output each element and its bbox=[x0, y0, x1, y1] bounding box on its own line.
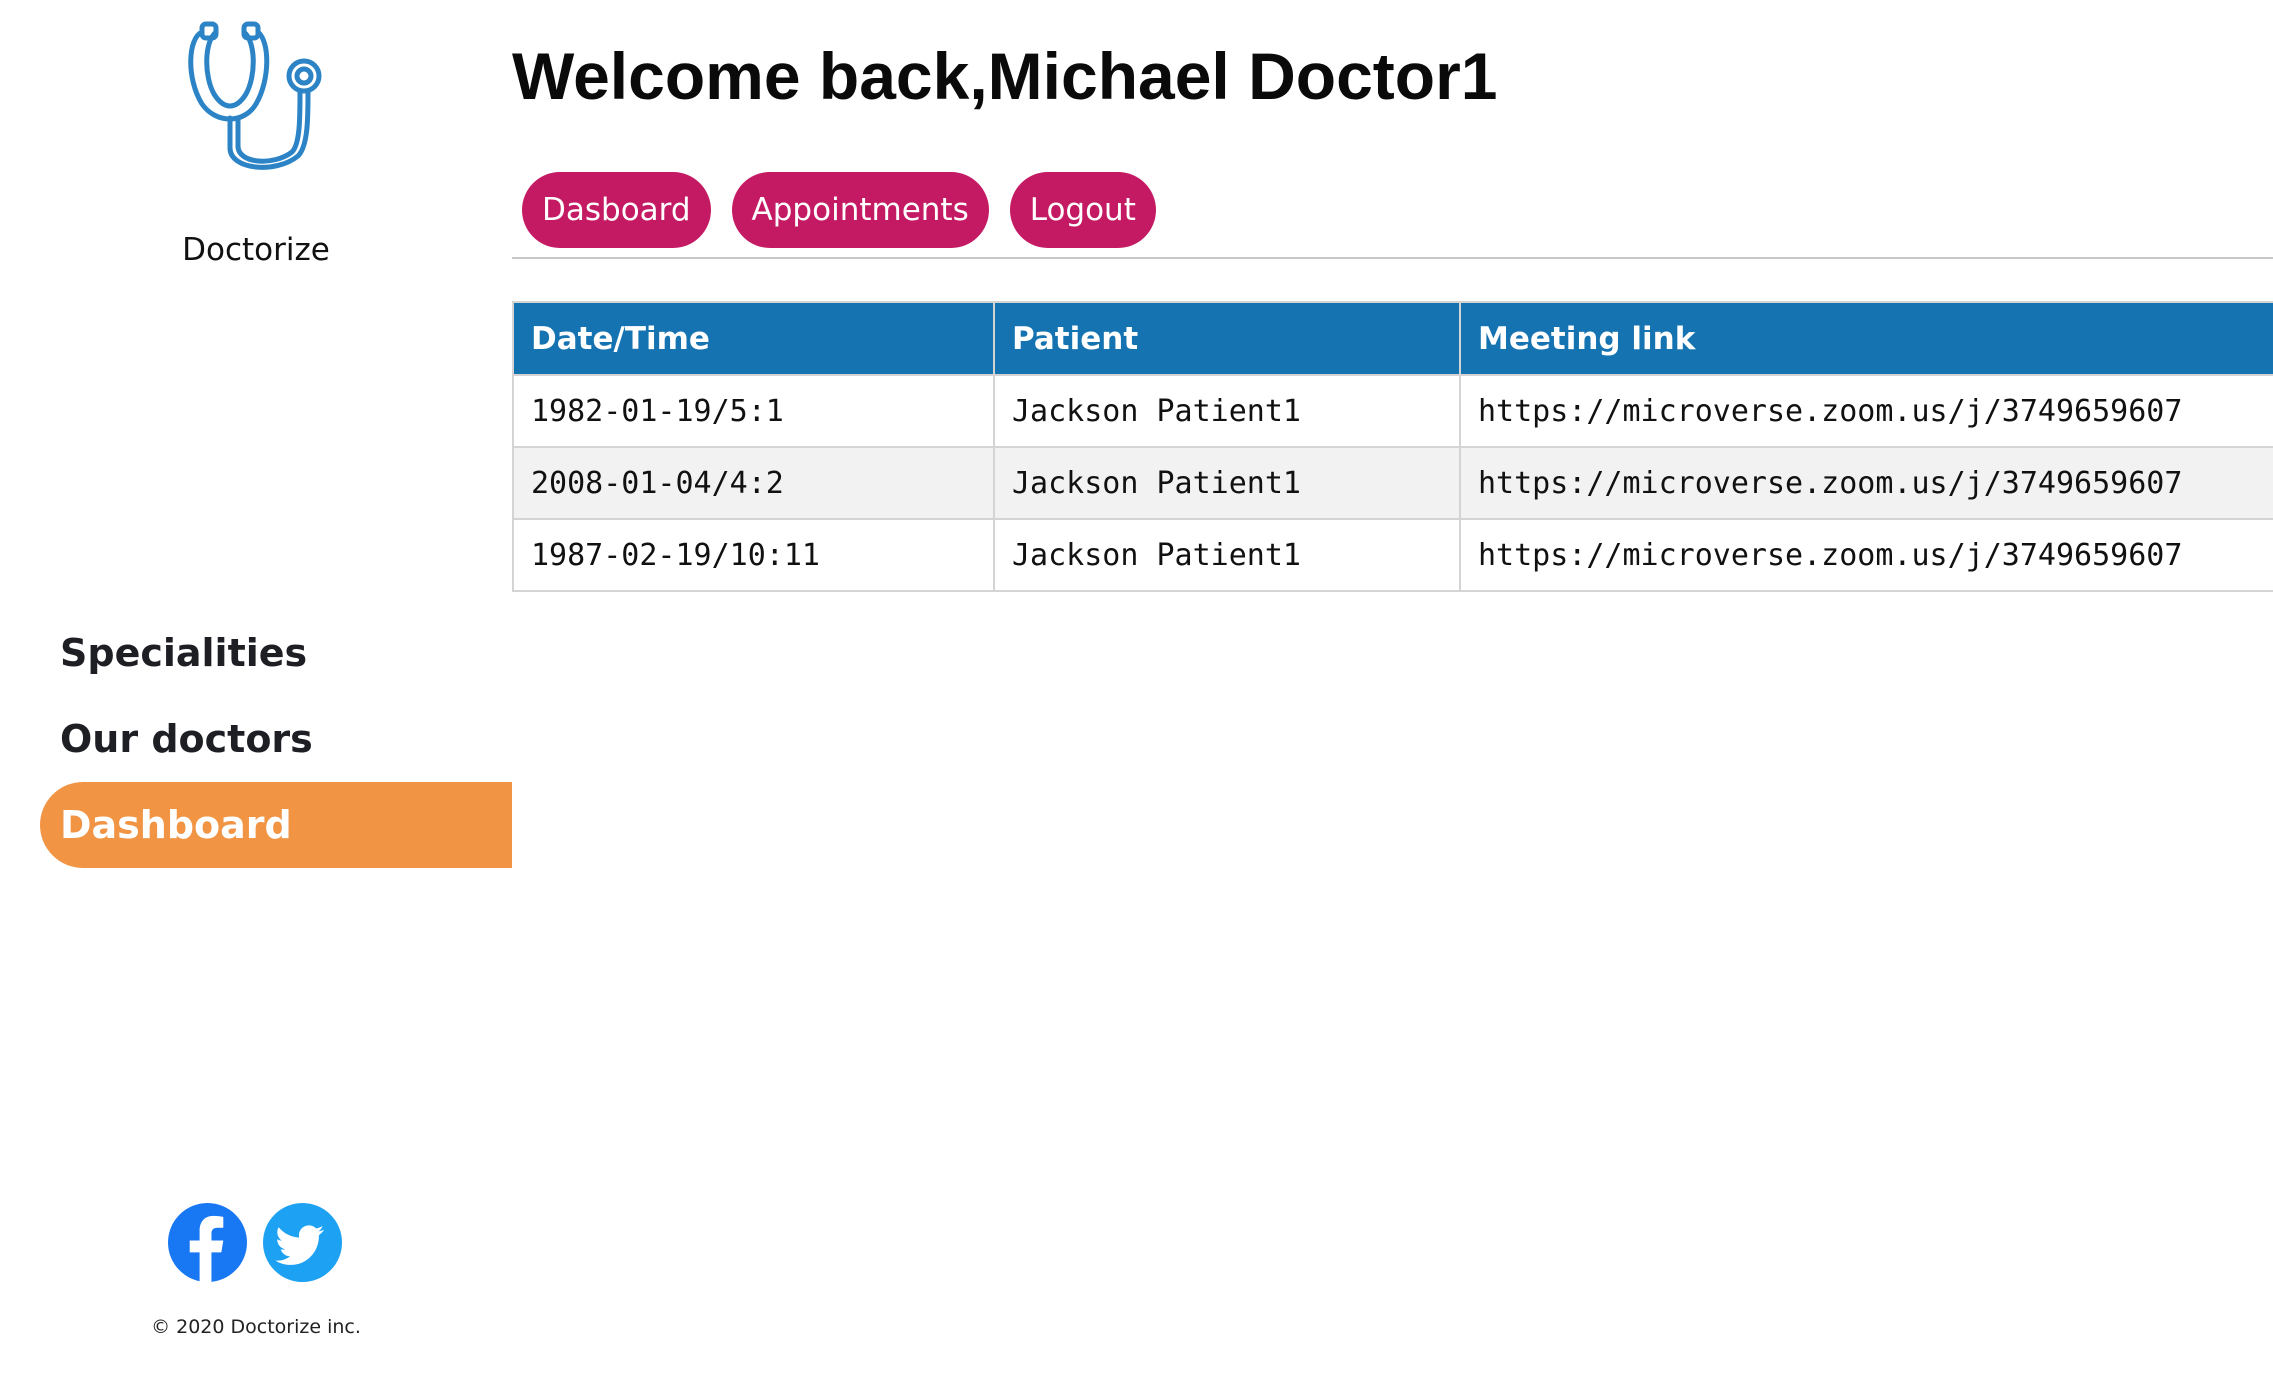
cell-datetime: 1982-01-19/5:1 bbox=[512, 374, 995, 448]
table-row: 1982-01-19/5:1 Jackson Patient1 https://… bbox=[512, 374, 2273, 448]
sidebar: Doctorize Specialities Our doctors Dashb… bbox=[0, 0, 512, 1378]
page: Doctorize Specialities Our doctors Dashb… bbox=[0, 0, 2273, 1378]
dashboard-button[interactable]: Dasboard bbox=[522, 172, 711, 248]
sidebar-item-our-doctors[interactable]: Our doctors bbox=[40, 696, 512, 782]
column-header-datetime: Date/Time bbox=[512, 301, 995, 376]
column-header-patient: Patient bbox=[993, 301, 1461, 376]
cell-patient: Jackson Patient1 bbox=[993, 446, 1461, 520]
page-title: Welcome back,Michael Doctor1 bbox=[512, 38, 1497, 114]
cell-datetime: 2008-01-04/4:2 bbox=[512, 446, 995, 520]
cell-meeting-link[interactable]: https://microverse.zoom.us/j/3749659607 bbox=[1459, 374, 2273, 448]
divider bbox=[512, 257, 2273, 259]
cell-patient: Jackson Patient1 bbox=[993, 518, 1461, 592]
copyright-text: © 2020 Doctorize inc. bbox=[151, 1316, 361, 1338]
column-header-meeting-link: Meeting link bbox=[1459, 301, 2273, 376]
cell-datetime: 1987-02-19/10:11 bbox=[512, 518, 995, 592]
stethoscope-icon[interactable] bbox=[180, 18, 330, 178]
table-header-row: Date/Time Patient Meeting link bbox=[512, 301, 2273, 376]
table-row: 2008-01-04/4:2 Jackson Patient1 https://… bbox=[512, 446, 2273, 520]
logout-button[interactable]: Logout bbox=[1009, 172, 1156, 248]
sidebar-nav: Specialities Our doctors Dashboard bbox=[40, 610, 512, 868]
table-row: 1987-02-19/10:11 Jackson Patient1 https:… bbox=[512, 518, 2273, 592]
user-name: Michael Doctor1 bbox=[987, 39, 1498, 113]
cell-meeting-link[interactable]: https://microverse.zoom.us/j/3749659607 bbox=[1459, 518, 2273, 592]
cell-patient: Jackson Patient1 bbox=[993, 374, 1461, 448]
main-content: Welcome back,Michael Doctor1 Dasboard Ap… bbox=[512, 0, 2273, 1378]
twitter-icon[interactable] bbox=[263, 1203, 342, 1282]
social-links bbox=[168, 1203, 342, 1282]
sidebar-item-specialities[interactable]: Specialities bbox=[40, 610, 512, 696]
brand-name: Doctorize bbox=[182, 232, 330, 268]
appointments-table-wrapper: Date/Time Patient Meeting link 1982-01-1… bbox=[512, 301, 2273, 592]
sidebar-item-dashboard[interactable]: Dashboard bbox=[40, 782, 512, 868]
toolbar: Dasboard Appointments Logout bbox=[522, 172, 1156, 248]
facebook-icon[interactable] bbox=[168, 1203, 247, 1282]
cell-meeting-link[interactable]: https://microverse.zoom.us/j/3749659607 bbox=[1459, 446, 2273, 520]
appointments-button[interactable]: Appointments bbox=[731, 172, 989, 248]
welcome-prefix: Welcome back, bbox=[512, 39, 988, 113]
appointments-table: Date/Time Patient Meeting link 1982-01-1… bbox=[512, 301, 2273, 592]
